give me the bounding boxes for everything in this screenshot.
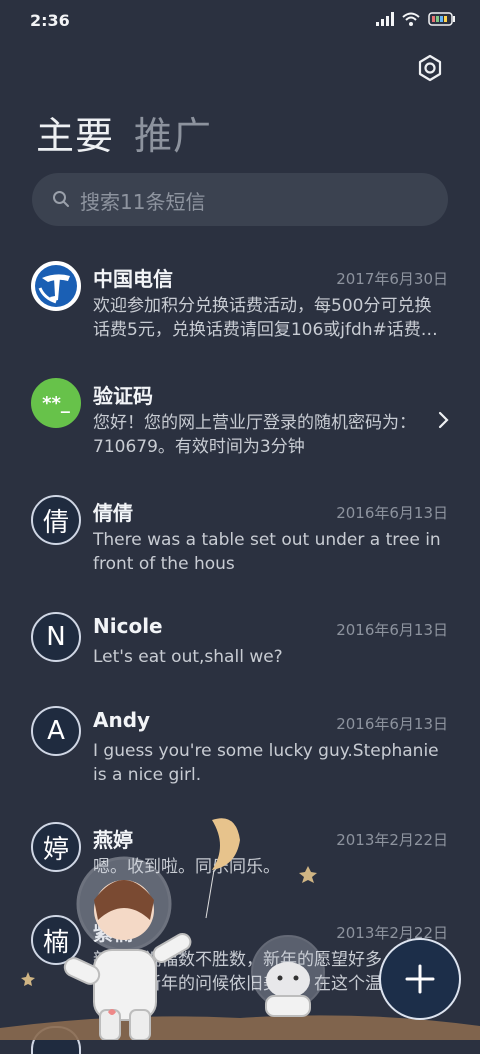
avatar: A [31,706,81,756]
message-date: 2016年6月13日 [336,715,448,733]
message-date: 2017年6月30日 [336,270,448,288]
contact-name: Andy [93,708,151,732]
message-preview: Let's eat out,shall we? [93,647,283,667]
conversation-row-qianqian[interactable]: 倩 倩倩 2016年6月13日 There was a table set ou… [0,484,480,589]
message-preview: 嗯。收到啦。同乐同乐。 [93,857,280,877]
tab-primary[interactable]: 主要 [36,105,114,160]
compose-button[interactable] [379,938,461,1020]
contact-name: 倩倩 [93,501,133,525]
avatar: 楠 [31,915,81,965]
contact-name: 燕婷 [93,828,133,852]
message-preview: There was a table set out under a tree i… [93,530,441,574]
conversation-row-verification[interactable]: **_ 验证码 您好！您的网上营业厅登录的随机密码为：710679。有效时间为3… [0,367,480,472]
contact-name: 中国电信 [93,267,173,291]
gear-icon[interactable] [416,54,444,82]
tab-promotions[interactable]: 推广 [134,105,212,160]
avatar: N [31,612,81,662]
contact-name: 紫楠 [93,921,133,945]
tab-bar: 主要 推广 [36,105,212,160]
chevron-right-icon[interactable] [436,411,450,429]
search-placeholder: 搜索11条短信 [80,190,206,214]
avatar: 婷 [31,822,81,872]
battery-icon [428,12,455,26]
message-preview: 您好！您的网上营业厅登录的随机密码为：710679。有效时间为3分钟 [93,413,416,457]
status-icons [376,12,456,26]
conversation-row-yanting[interactable]: 婷 燕婷 2013年2月22日 嗯。收到啦。同乐同乐。 [0,811,480,891]
avatar [31,1026,81,1054]
message-preview: 欢迎参加积分兑换话费活动，每500分可兑换话费5元，兑换话费请回复106或jfd… [93,296,438,340]
message-date: 2016年6月13日 [336,504,448,522]
status-bar: 2:36 [0,0,480,42]
plus-icon [405,964,435,994]
conversation-row-china-telecom[interactable]: 中国电信 2017年6月30日 欢迎参加积分兑换话费活动，每500分可兑换话费5… [0,250,480,355]
contact-name: 验证码 [93,384,153,408]
avatar: 倩 [31,495,81,545]
conversation-row-partial[interactable] [0,1026,480,1054]
conversation-row-nicole[interactable]: N Nicole 2016年6月13日 Let's eat out,shall … [0,601,480,681]
message-preview: 新年的祝福数不胜数，新年的愿望好多好多，新年的问候依旧美好，在这个温馨的日子 [93,950,382,994]
status-time: 2:36 [30,11,70,30]
search-icon [53,191,69,207]
search-input[interactable]: 搜索11条短信 [32,173,448,226]
conversation-row-andy[interactable]: A Andy 2016年6月13日 I guess you're some lu… [0,695,480,800]
message-date: 2013年2月22日 [336,831,448,849]
message-date: 2016年6月13日 [336,621,448,639]
message-preview: I guess you're some lucky guy.Stephanie … [93,741,439,785]
contact-name: Nicole [93,614,163,638]
signal-icon [376,12,394,26]
china-telecom-logo-icon [35,265,77,307]
avatar [31,261,81,311]
wifi-icon [402,12,420,26]
avatar: **_ [31,378,81,428]
